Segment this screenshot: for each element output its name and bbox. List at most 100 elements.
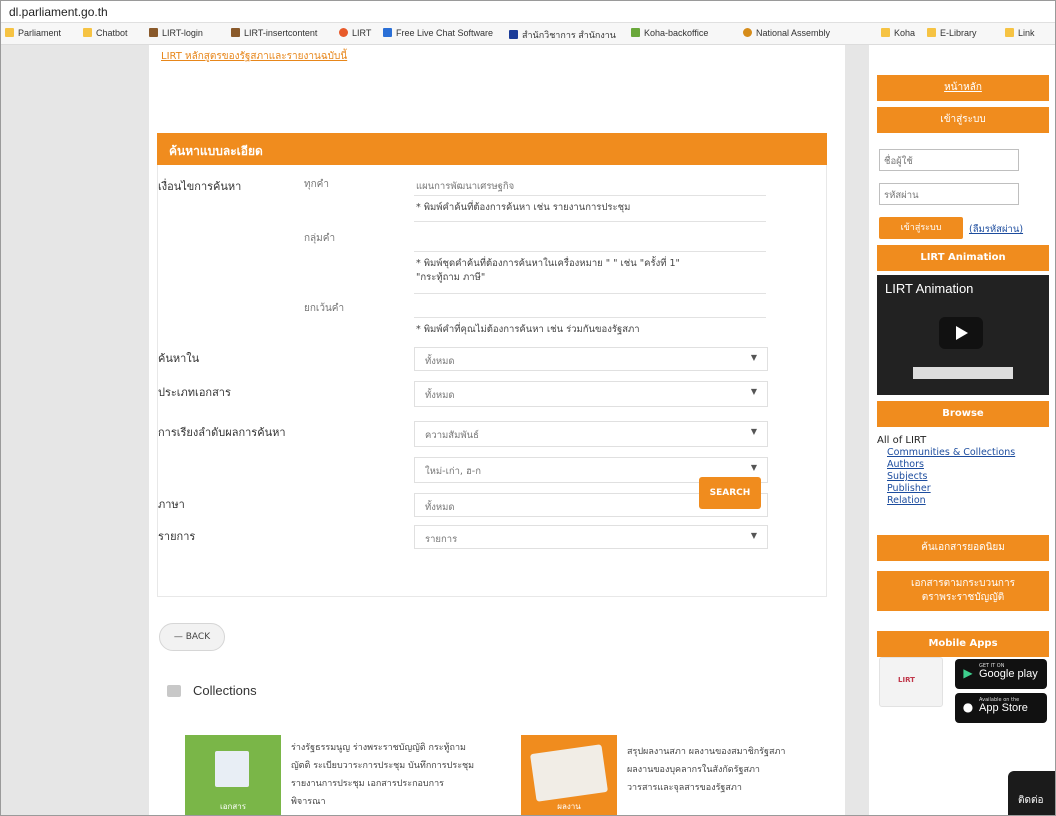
browse-authors-link[interactable]: Authors xyxy=(887,459,924,470)
top-breadcrumb-link[interactable]: LIRT หลักสูตรของรัฐสภาและรายงานฉบับนี้ xyxy=(161,49,347,64)
lirt-icon xyxy=(339,28,348,37)
hint-divider xyxy=(414,221,766,222)
collection-card-label: ผลงาน xyxy=(557,802,581,811)
browse-communities-link[interactable]: Communities & Collections xyxy=(887,447,1015,458)
forgot-password-link[interactable]: (ลืมรหัสผ่าน) xyxy=(969,222,1023,237)
advanced-search-header: ค้นหาแบบละเอียด xyxy=(157,133,827,165)
doc-type-value: ทั้งหมด xyxy=(425,390,455,401)
items-select[interactable]: รายการ ▼ xyxy=(414,525,768,549)
mobile-apps-header: Mobile Apps xyxy=(877,631,1049,657)
password-placeholder: รหัสผ่าน xyxy=(884,190,919,201)
bookmark-koha[interactable]: Koha xyxy=(881,28,915,38)
bookmark-chatbot[interactable]: Chatbot xyxy=(83,28,128,38)
exclude-words-hint: * พิมพ์คำที่คุณไม่ต้องการค้นหา เช่น ร่วม… xyxy=(416,324,640,335)
all-words-label: ทุกคำ xyxy=(304,179,329,190)
all-words-input[interactable]: แผนการพัฒนาเศรษฐกิจ xyxy=(416,179,514,194)
items-label: รายการ xyxy=(158,530,196,543)
password-input[interactable]: รหัสผ่าน xyxy=(879,183,1019,205)
collection-description: ร่างรัฐธรรมนูญ ร่างพระราชบัญญัติ กระทู้ถ… xyxy=(291,743,475,807)
bookmark-elibrary[interactable]: E-Library xyxy=(927,28,977,38)
doc-type-select[interactable]: ทั้งหมด ▼ xyxy=(414,381,768,407)
bookmark-lirt-login[interactable]: LIRT-login xyxy=(149,28,203,38)
language-label: ภาษา xyxy=(158,498,185,511)
advanced-search-form: เงื่อนไขการค้นหา ทุกคำ แผนการพัฒนาเศรษฐก… xyxy=(157,165,827,597)
username-input[interactable]: ชื่อผู้ใช้ xyxy=(879,149,1019,171)
search-button[interactable]: SEARCH xyxy=(699,477,761,509)
collections-icon xyxy=(167,685,181,697)
google-play-badge[interactable]: ▶ GET IT ON Google play xyxy=(955,659,1047,689)
exclude-words-input[interactable] xyxy=(414,317,766,318)
person-icon xyxy=(231,28,240,37)
collection-card-documents[interactable]: เอกสาร xyxy=(185,735,281,815)
thai-flag-icon xyxy=(509,30,518,39)
google-play-icon: ▶ xyxy=(963,666,973,680)
browse-all-title: All of LIRT xyxy=(877,435,927,446)
folder-icon xyxy=(5,28,14,37)
language-value: ทั้งหมด xyxy=(425,502,455,513)
browse-header: Browse xyxy=(877,401,1049,427)
app-store-badge[interactable]: ● Available on the App Store xyxy=(955,693,1047,723)
browse-publisher-link[interactable]: Publisher xyxy=(887,483,931,494)
animation-video[interactable]: LIRT Animation xyxy=(877,275,1049,395)
collection-card-works[interactable]: ผลงาน xyxy=(521,735,617,815)
main-content: LIRT หลักสูตรของรัฐสภาและรายงานฉบับนี้ ค… xyxy=(149,45,845,815)
login-header: เข้าสู่ระบบ xyxy=(877,107,1049,133)
phrase-hint-line2: "กระทู้ถาม ภาษี" xyxy=(416,272,486,283)
koha-icon xyxy=(631,28,640,37)
sort-label: การเรียงลำดับผลการค้นหา xyxy=(158,426,286,439)
browse-relation-link[interactable]: Relation xyxy=(887,495,926,506)
popular-documents-button[interactable]: ค้นเอกสารยอดนิยม xyxy=(877,535,1049,561)
collection-card-label: เอกสาร xyxy=(219,802,247,811)
legislative-process-button[interactable]: เอกสารตามกระบวนการ ตราพระราชบัญญัติ xyxy=(877,571,1049,611)
bookmark-live-chat[interactable]: Free Live Chat Software xyxy=(383,28,493,38)
collections-title: Collections xyxy=(193,683,257,698)
phrase-label: กลุ่มคำ xyxy=(304,233,336,244)
doc-type-label: ประเภทเอกสาร xyxy=(158,386,231,399)
browser-window: dl.parliament.go.th Parliament Chatbot L… xyxy=(0,0,1056,816)
back-button[interactable]: — BACK xyxy=(159,623,225,651)
folder-icon xyxy=(881,28,890,37)
chevron-down-icon: ▼ xyxy=(750,463,757,472)
folder-icon xyxy=(927,28,936,37)
apple-icon: ● xyxy=(962,700,974,714)
sidebar-home-link[interactable]: หน้าหลัก xyxy=(877,75,1049,101)
items-value: รายการ xyxy=(425,534,458,545)
exclude-words-label: ยกเว้นคำ xyxy=(304,303,345,314)
bookmark-link[interactable]: Link xyxy=(1005,28,1035,38)
bookmarks-bar: Parliament Chatbot LIRT-login LIRT-inser… xyxy=(1,23,1055,45)
chevron-down-icon: ▼ xyxy=(750,353,757,362)
person-icon xyxy=(149,28,158,37)
collection-description: สรุปผลงานสภา ผลงานของสมาชิกรัฐสภา ผลงานข… xyxy=(627,747,786,793)
phrase-input[interactable] xyxy=(414,251,766,252)
login-button[interactable]: เข้าสู่ระบบ xyxy=(879,217,963,239)
all-words-hint: * พิมพ์คำค้นที่ต้องการค้นหา เช่น รายงานก… xyxy=(416,202,631,213)
bookmark-koha-backoffice[interactable]: Koha-backoffice xyxy=(631,28,708,38)
contact-chat-button[interactable]: ติดต่อ xyxy=(1008,771,1055,815)
sort-select[interactable]: ความสัมพันธ์ ▼ xyxy=(414,421,768,447)
video-title: LIRT Animation xyxy=(885,281,974,296)
bookmark-office[interactable]: สำนักวิชาการ สำนักงาน xyxy=(509,28,616,42)
right-sidebar: หน้าหลัก เข้าสู่ระบบ ชื่อผู้ใช้ รหัสผ่าน… xyxy=(869,45,1055,815)
video-thumbnail-strip xyxy=(913,367,1013,379)
bookmark-lirt-insertcontent[interactable]: LIRT-insertcontent xyxy=(231,28,317,38)
browse-subjects-link[interactable]: Subjects xyxy=(887,471,927,482)
advanced-search-title: ค้นหาแบบละเอียด xyxy=(169,144,263,158)
all-words-underline xyxy=(414,195,766,196)
play-icon[interactable] xyxy=(939,317,983,349)
bookmark-lirt[interactable]: LIRT xyxy=(339,28,371,38)
lirt-app-logo: LIRT xyxy=(879,657,943,707)
search-in-select[interactable]: ทั้งหมด ▼ xyxy=(414,347,768,371)
chevron-down-icon: ▼ xyxy=(750,427,757,436)
logo-text: LIRT xyxy=(898,676,915,684)
chevron-down-icon: ▼ xyxy=(750,531,757,540)
address-text[interactable]: dl.parliament.go.th xyxy=(9,5,108,19)
bookmark-national-assembly[interactable]: National Assembly xyxy=(743,28,830,38)
chevron-down-icon: ▼ xyxy=(750,387,757,396)
search-in-label: ค้นหาใน xyxy=(158,352,200,365)
chat-icon xyxy=(383,28,392,37)
phrase-hint-line1: * พิมพ์ชุดคำค้นที่ต้องการค้นหาในเครื่องห… xyxy=(416,258,680,269)
animation-header: LIRT Animation xyxy=(877,245,1049,271)
address-bar[interactable]: dl.parliament.go.th xyxy=(1,1,1055,23)
book-icon xyxy=(530,744,608,802)
bookmark-parliament[interactable]: Parliament xyxy=(5,28,61,38)
